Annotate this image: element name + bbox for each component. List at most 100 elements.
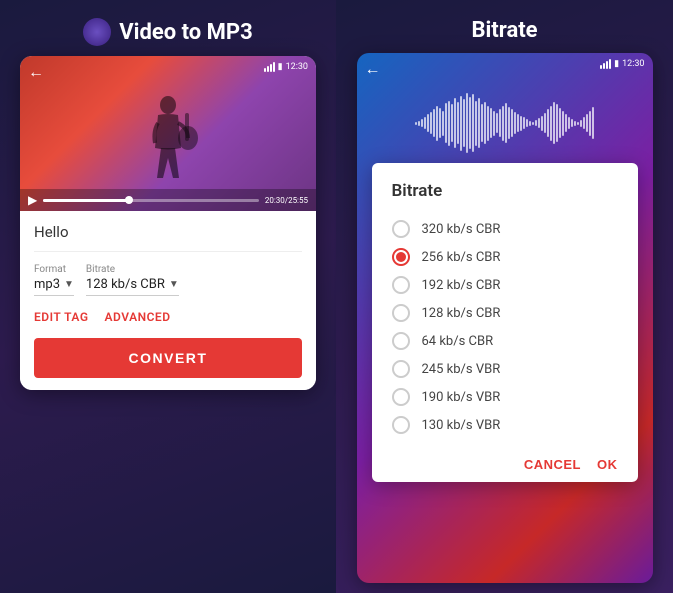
wave-bar xyxy=(460,96,462,151)
wave-bar xyxy=(577,122,579,125)
radio-option[interactable]: 320 kb/s CBR xyxy=(392,215,618,243)
status-time: 12:30 xyxy=(286,62,308,72)
wave-bar xyxy=(565,114,567,132)
advanced-button[interactable]: ADVANCED xyxy=(105,310,171,324)
wave-bar xyxy=(529,121,531,126)
back-button-right[interactable]: ← xyxy=(365,59,381,79)
wave-bar xyxy=(415,122,417,125)
wave-bar xyxy=(418,121,420,126)
wave-bar xyxy=(481,104,483,142)
wave-bar xyxy=(541,116,543,131)
edit-tag-button[interactable]: EDIT TAG xyxy=(34,310,89,324)
back-button-left[interactable]: ← xyxy=(28,62,44,82)
bitrate-label: Bitrate xyxy=(86,264,179,275)
radio-circle xyxy=(392,220,410,238)
wave-bar xyxy=(496,113,498,133)
radio-label: 245 kb/s VBR xyxy=(422,362,501,377)
ok-button[interactable]: OK xyxy=(597,457,618,472)
form-area: Hello Format mp3 ▼ Bitrate 128 kb/s CBR … xyxy=(20,211,316,390)
radio-option[interactable]: 130 kb/s VBR xyxy=(392,411,618,439)
radio-circle xyxy=(392,248,410,266)
radio-option[interactable]: 245 kb/s VBR xyxy=(392,355,618,383)
wave-bar xyxy=(484,102,486,144)
wave-bar xyxy=(586,114,588,132)
wave-bar xyxy=(571,119,573,127)
wave-bar xyxy=(466,93,468,153)
radio-option[interactable]: 256 kb/s CBR xyxy=(392,243,618,271)
wave-bar xyxy=(448,101,450,146)
radio-option[interactable]: 64 kb/s CBR xyxy=(392,327,618,355)
progress-fill xyxy=(43,199,129,202)
radio-label: 320 kb/s CBR xyxy=(422,222,501,237)
wave-bar xyxy=(499,109,501,137)
battery-icon-right: ▮ xyxy=(614,59,619,69)
wave-bar xyxy=(433,109,435,137)
wave-bar xyxy=(532,122,534,125)
cancel-button[interactable]: CANCEL xyxy=(524,457,581,472)
radio-label: 190 kb/s VBR xyxy=(422,390,501,405)
phone-screen-left: ▮ 12:30 ← ▶ xyxy=(20,56,316,390)
person-silhouette xyxy=(133,93,203,183)
wave-bar xyxy=(472,94,474,152)
wave-bar xyxy=(583,117,585,129)
wave-bar xyxy=(538,118,540,128)
wave-bar xyxy=(517,114,519,132)
wave-bar xyxy=(520,116,522,131)
wave-bar xyxy=(514,112,516,134)
radio-circle xyxy=(392,360,410,378)
radio-label: 130 kb/s VBR xyxy=(422,418,501,433)
wave-bar xyxy=(445,103,447,143)
bitrate-dropdown[interactable]: 128 kb/s CBR ▼ xyxy=(86,277,179,296)
right-title: Bitrate xyxy=(471,18,537,43)
dialog-title: Bitrate xyxy=(392,181,618,201)
wave-bar xyxy=(502,106,504,141)
right-panel: Bitrate ▮ 12:30 ← Bitrate 320 kb/s CBR25… xyxy=(336,0,673,593)
wave-bar xyxy=(424,117,426,129)
radio-label: 64 kb/s CBR xyxy=(422,334,494,349)
wave-bar xyxy=(574,121,576,126)
video-area: ▮ 12:30 ← ▶ xyxy=(20,56,316,211)
wave-bar xyxy=(523,117,525,129)
radio-circle xyxy=(392,276,410,294)
status-bar-left: ▮ 12:30 xyxy=(264,62,308,72)
dialog-buttons: CANCEL OK xyxy=(392,449,618,472)
wave-bar xyxy=(568,117,570,129)
dropdowns-row: Format mp3 ▼ Bitrate 128 kb/s CBR ▼ xyxy=(34,264,302,296)
wave-bar xyxy=(556,104,558,142)
bitrate-group: Bitrate 128 kb/s CBR ▼ xyxy=(86,264,179,296)
play-button[interactable]: ▶ xyxy=(28,193,37,207)
bitrate-arrow-icon: ▼ xyxy=(169,279,179,290)
format-dropdown[interactable]: mp3 ▼ xyxy=(34,277,74,296)
video-controls: ▶ 20:30/25:55 xyxy=(20,189,316,211)
radio-option[interactable]: 128 kb/s CBR xyxy=(392,299,618,327)
time-display: 20:30/25:55 xyxy=(265,196,308,205)
bitrate-options-list: 320 kb/s CBR 256 kb/s CBR192 kb/s CBR128 … xyxy=(392,215,618,439)
radio-option[interactable]: 190 kb/s VBR xyxy=(392,383,618,411)
wave-bar xyxy=(490,108,492,138)
left-panel: Video to MP3 ▮ 12:30 ← xyxy=(0,0,336,593)
wave-bar xyxy=(559,108,561,138)
radio-circle xyxy=(392,388,410,406)
radio-circle xyxy=(392,304,410,322)
bitrate-value: 128 kb/s CBR xyxy=(86,277,165,292)
wave-bar xyxy=(511,109,513,137)
wave-bar xyxy=(475,101,477,146)
radio-circle xyxy=(392,416,410,434)
wave-bar xyxy=(463,99,465,147)
progress-bar[interactable] xyxy=(43,199,259,202)
wave-bar xyxy=(430,112,432,134)
radio-inner xyxy=(396,252,406,262)
battery-icon: ▮ xyxy=(278,62,283,72)
wave-bar xyxy=(439,108,441,138)
wave-bar xyxy=(436,106,438,141)
wave-bar xyxy=(421,119,423,127)
file-name: Hello xyxy=(34,223,302,252)
left-title: Video to MP3 xyxy=(83,18,252,46)
radio-option[interactable]: 192 kb/s CBR xyxy=(392,271,618,299)
bitrate-dialog: Bitrate 320 kb/s CBR 256 kb/s CBR192 kb/s… xyxy=(372,163,638,482)
wave-bar xyxy=(535,120,537,126)
action-links: EDIT TAG ADVANCED xyxy=(34,310,302,324)
phone-screen-right: ▮ 12:30 ← Bitrate 320 kb/s CBR256 kb/s C… xyxy=(357,53,653,583)
format-value: mp3 xyxy=(34,277,60,292)
convert-button[interactable]: CONVERT xyxy=(34,338,302,378)
